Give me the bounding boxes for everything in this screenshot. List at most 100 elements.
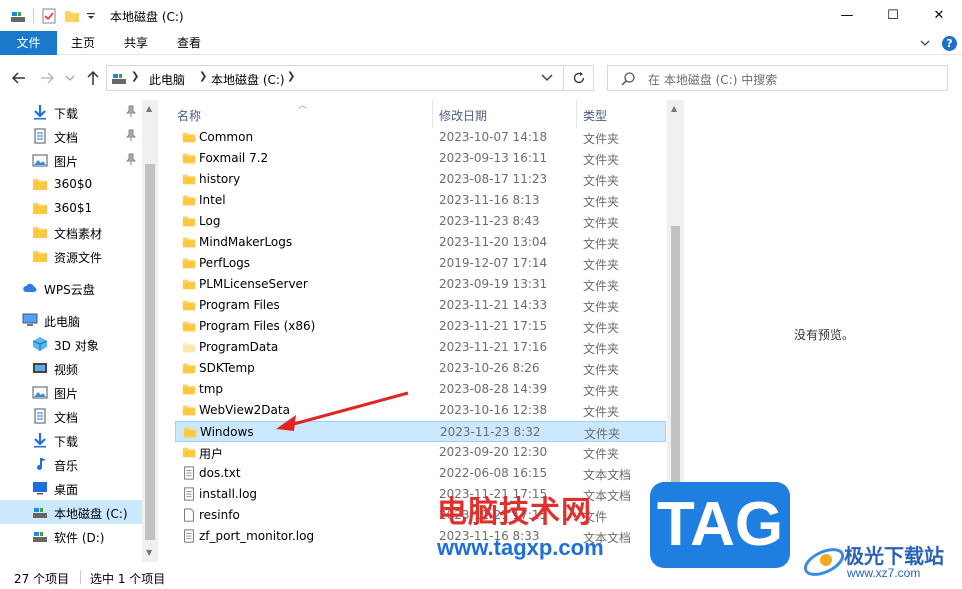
sidebar-item-documents-pc[interactable]: 文档 [0, 404, 142, 428]
sidebar-item-music[interactable]: 音乐 [0, 452, 142, 476]
sidebar-item-docs-materials[interactable]: 文档素材 [0, 220, 142, 244]
file-name: history [199, 172, 241, 186]
customize-toolbar-icon[interactable] [86, 8, 96, 24]
file-row[interactable]: tmp 2023-08-28 14:39 文件夹 [175, 379, 666, 400]
breadcrumb-chevron-icon[interactable]: ❯ [131, 71, 139, 82]
watermark-site-name: 电脑技术网 [437, 495, 592, 530]
sidebar-item-label: 360$0 [54, 177, 93, 191]
address-bar[interactable]: ❯ 此电脑 ❯ 本地磁盘 (C:) ❯ [106, 65, 564, 91]
folder-icon [182, 363, 196, 374]
sidebar-item-desktop[interactable]: 桌面 [0, 476, 142, 500]
column-divider[interactable] [576, 100, 577, 128]
file-icon [184, 508, 194, 522]
sidebar-item-pictures-pc[interactable]: 图片 [0, 380, 142, 404]
file-row[interactable]: ProgramData 2023-11-21 17:16 文件夹 [175, 337, 666, 358]
sidebar-item-software-d[interactable]: 软件 (D:) [0, 524, 142, 548]
maximize-button[interactable]: ☐ [870, 0, 916, 31]
file-row[interactable]: MindMakerLogs 2023-11-20 13:04 文件夹 [175, 232, 666, 253]
column-header-name[interactable]: 名称 [177, 107, 201, 124]
sidebar-item-360-1[interactable]: 360$1 [0, 196, 142, 220]
file-row[interactable]: Common 2023-10-07 14:18 文件夹 [175, 127, 666, 148]
toolbar-divider [33, 9, 34, 23]
file-name: dos.txt [199, 466, 241, 480]
file-type: 文件夹 [583, 342, 620, 356]
selection-count: 选中 1 个项目 [90, 572, 166, 586]
pin-icon[interactable] [125, 129, 137, 141]
sidebar-item-downloads-pc[interactable]: 下载 [0, 428, 142, 452]
file-row[interactable]: Intel 2023-11-16 8:13 文件夹 [175, 190, 666, 211]
column-header-type[interactable]: 类型 [583, 107, 607, 124]
sidebar-item-360-0[interactable]: 360$0 [0, 172, 142, 196]
file-row[interactable]: Program Files (x86) 2023-11-21 17:15 文件夹 [175, 316, 666, 337]
file-row[interactable]: dos.txt 2022-06-08 16:15 文本文档 [175, 463, 666, 484]
address-history-dropdown-icon[interactable] [541, 73, 553, 83]
sidebar-item-3d-objects[interactable]: 3D 对象 [0, 332, 142, 356]
file-modified-date: 2023-11-16 8:13 [439, 193, 540, 207]
file-row[interactable]: WebView2Data 2023-10-16 12:38 文件夹 [175, 400, 666, 421]
breadcrumb-chevron-icon[interactable]: ❯ [287, 71, 295, 82]
folder-icon [33, 203, 47, 214]
tab-share[interactable]: 共享 [114, 31, 158, 55]
drive-icon[interactable] [10, 8, 26, 24]
file-row[interactable]: 用户 2023-09-20 12:30 文件夹 [175, 442, 666, 463]
file-row[interactable]: Log 2023-11-23 8:43 文件夹 [175, 211, 666, 232]
close-button[interactable]: ✕ [916, 0, 962, 31]
search-icon [621, 72, 635, 86]
sidebar-item-downloads[interactable]: 下载 [0, 100, 142, 124]
file-modified-date: 2023-10-16 12:38 [439, 403, 548, 417]
scroll-up-icon[interactable]: ▲ [671, 104, 677, 113]
scrollbar-thumb[interactable] [145, 164, 155, 540]
file-row[interactable]: SDKTemp 2023-10-26 8:26 文件夹 [175, 358, 666, 379]
tab-home[interactable]: 主页 [62, 31, 104, 55]
forward-arrow-icon[interactable] [38, 69, 56, 87]
status-divider [80, 570, 81, 584]
breadcrumb-chevron-icon[interactable]: ❯ [199, 71, 207, 82]
column-header-date[interactable]: 修改日期 [439, 107, 487, 124]
help-icon[interactable]: ? [942, 36, 957, 51]
back-arrow-icon[interactable] [10, 69, 28, 87]
recent-locations-icon[interactable] [64, 69, 76, 87]
file-name: Program Files [199, 298, 280, 312]
pin-icon[interactable] [125, 153, 137, 165]
watermark-site-url: www.tagxp.com [437, 535, 604, 560]
navigation-pane-scrollbar[interactable]: ▲ ▼ [142, 100, 158, 562]
breadcrumb-this-pc[interactable]: 此电脑 [149, 71, 185, 88]
sidebar-item-documents[interactable]: 文档 [0, 124, 142, 148]
search-input[interactable]: 在 本地磁盘 (C:) 中搜索 [607, 65, 948, 91]
refresh-button[interactable] [564, 65, 594, 91]
tab-file[interactable]: 文件 [0, 31, 57, 55]
new-folder-icon[interactable] [64, 8, 80, 24]
sidebar-item-videos[interactable]: 视频 [0, 356, 142, 380]
scroll-down-icon[interactable]: ▼ [146, 548, 152, 557]
scroll-up-icon[interactable]: ▲ [146, 104, 152, 113]
file-modified-date: 2023-11-23 8:32 [440, 425, 541, 439]
minimize-button[interactable]: — [824, 0, 870, 31]
file-row[interactable]: PLMLicenseServer 2023-09-19 13:31 文件夹 [175, 274, 666, 295]
sidebar-item-local-disk-c[interactable]: 本地磁盘 (C:) [0, 500, 142, 524]
file-type: 文件夹 [583, 195, 620, 209]
properties-icon[interactable] [42, 8, 56, 24]
file-row[interactable]: install.log 2023-11-21 17:15 文本文档 [175, 484, 666, 505]
sidebar-item-pictures[interactable]: 图片 [0, 148, 142, 172]
breadcrumb-local-disk[interactable]: 本地磁盘 (C:) [211, 71, 285, 88]
file-row[interactable]: Windows 2023-11-23 8:32 文件夹 [175, 421, 666, 442]
tab-view[interactable]: 查看 [168, 31, 210, 55]
file-row[interactable]: resinfo 2023-11-21 17:15 文件 [175, 505, 666, 526]
column-divider[interactable] [432, 100, 433, 128]
sidebar-item-wps-cloud[interactable]: WPS云盘 [0, 276, 142, 300]
file-row[interactable]: PerfLogs 2019-12-07 17:14 文件夹 [175, 253, 666, 274]
up-arrow-icon[interactable] [84, 69, 102, 87]
file-type: 文本文档 [583, 468, 632, 482]
window-title: 本地磁盘 (C:) [110, 10, 184, 24]
pin-icon[interactable] [125, 105, 137, 117]
file-row[interactable]: Program Files 2023-11-21 14:33 文件夹 [175, 295, 666, 316]
refresh-icon [573, 72, 584, 84]
sidebar-item-this-pc[interactable]: 此电脑 [0, 308, 142, 332]
file-row[interactable]: Foxmail 7.2 2023-09-13 16:11 文件夹 [175, 148, 666, 169]
file-row[interactable]: history 2023-08-17 11:23 文件夹 [175, 169, 666, 190]
drive-icon [33, 532, 47, 542]
folder-icon [182, 321, 196, 332]
expand-ribbon-icon[interactable] [919, 37, 931, 49]
watermark-logo-url: www.xz7.com [847, 566, 921, 580]
sidebar-item-resource-files[interactable]: 资源文件 [0, 244, 142, 268]
